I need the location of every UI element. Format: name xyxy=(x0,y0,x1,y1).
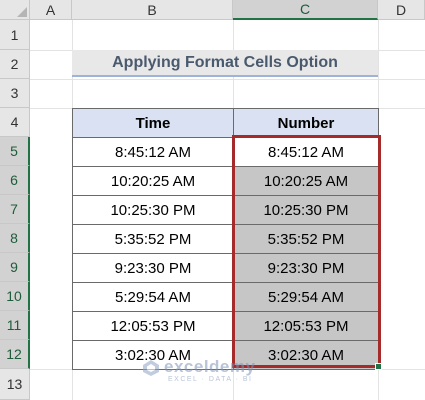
column-header-b[interactable]: B xyxy=(72,0,233,20)
row-header-1[interactable]: 1 xyxy=(0,20,30,50)
row-header-6[interactable]: 6 xyxy=(0,166,30,195)
gridline xyxy=(30,79,425,80)
time-cell[interactable]: 3:02:30 AM xyxy=(72,340,234,370)
column-header-c[interactable]: C xyxy=(233,0,378,20)
time-cell[interactable]: 5:35:52 PM xyxy=(72,224,234,254)
select-all-triangle-icon xyxy=(17,7,27,17)
number-cell[interactable]: 12:05:53 PM xyxy=(233,311,379,341)
column-header-a[interactable]: A xyxy=(30,0,72,20)
header-time[interactable]: Time xyxy=(72,108,234,138)
time-cell[interactable]: 12:05:53 PM xyxy=(72,311,234,341)
column-header-d[interactable]: D xyxy=(378,0,425,20)
header-number[interactable]: Number xyxy=(233,108,379,138)
number-cell[interactable]: 5:35:52 PM xyxy=(233,224,379,254)
time-cell[interactable]: 9:23:30 PM xyxy=(72,253,234,283)
number-cell[interactable]: 5:29:54 AM xyxy=(233,282,379,312)
number-cell[interactable]: 3:02:30 AM xyxy=(233,340,379,370)
row-header-13[interactable]: 13 xyxy=(0,369,30,400)
number-cell[interactable]: 8:45:12 AM xyxy=(233,137,379,167)
row-header-3[interactable]: 3 xyxy=(0,79,30,108)
time-cell[interactable]: 5:29:54 AM xyxy=(72,282,234,312)
row-header-11[interactable]: 11 xyxy=(0,311,30,340)
time-cell[interactable]: 8:45:12 AM xyxy=(72,137,234,167)
sheet-title[interactable]: Applying Format Cells Option xyxy=(72,50,378,77)
row-header-12[interactable]: 12 xyxy=(0,340,30,369)
select-all-corner[interactable] xyxy=(0,0,30,20)
row-header-5[interactable]: 5 xyxy=(0,137,30,166)
time-cell[interactable]: 10:25:30 PM xyxy=(72,195,234,225)
number-cell[interactable]: 10:20:25 AM xyxy=(233,166,379,196)
row-header-8[interactable]: 8 xyxy=(0,224,30,253)
number-cell[interactable]: 10:25:30 PM xyxy=(233,195,379,225)
row-header-10[interactable]: 10 xyxy=(0,282,30,311)
row-header-7[interactable]: 7 xyxy=(0,195,30,224)
watermark-tagline: EXCEL · DATA · BI xyxy=(168,376,253,383)
fill-handle[interactable] xyxy=(375,363,382,370)
row-header-2[interactable]: 2 xyxy=(0,50,30,79)
row-header-4[interactable]: 4 xyxy=(0,108,30,137)
number-cell[interactable]: 9:23:30 PM xyxy=(233,253,379,283)
time-cell[interactable]: 10:20:25 AM xyxy=(72,166,234,196)
row-header-9[interactable]: 9 xyxy=(0,253,30,282)
